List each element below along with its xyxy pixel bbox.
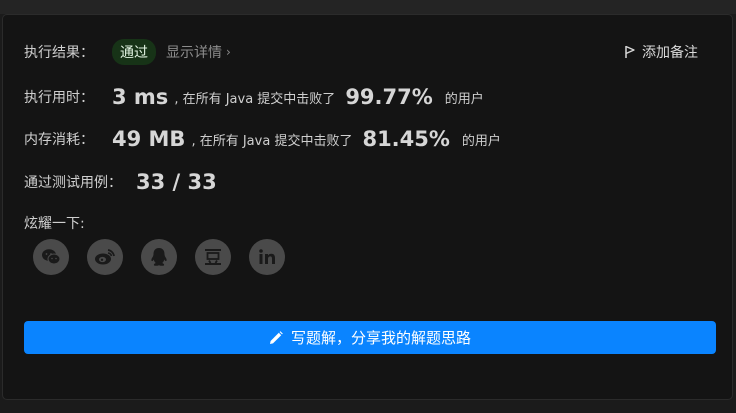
add-note-button[interactable]: 添加备注 (624, 42, 698, 62)
pencil-icon (269, 330, 283, 344)
result-label: 执行结果： (24, 45, 94, 61)
linkedin-share-button[interactable] (249, 239, 285, 275)
status-badge: 通过 (112, 39, 156, 65)
write-solution-button[interactable]: 写题解，分享我的解题思路 (24, 321, 716, 354)
linkedin-icon (259, 249, 275, 264)
memory-label: 内存消耗： (24, 132, 94, 148)
memory-mid-text: , 在所有 Java 提交中击败了 (191, 133, 353, 149)
douban-icon (205, 249, 221, 265)
runtime-value: 3 ms (112, 85, 169, 109)
testcases-label: 通过测试用例： (24, 175, 122, 191)
memory-percent: 81.45% (362, 127, 450, 151)
submission-result-card: 执行结果： 通过 显示详情 › 添加备注 执行用时： 3 ms , 在所有 Ja… (2, 14, 733, 400)
share-row: 炫耀一下: (24, 213, 85, 233)
runtime-percent: 99.77% (345, 85, 433, 109)
memory-value: 49 MB (112, 127, 186, 151)
write-solution-label: 写题解，分享我的解题思路 (290, 329, 471, 347)
chevron-right-icon: › (226, 45, 231, 59)
page: 执行结果： 通过 显示详情 › 添加备注 执行用时： 3 ms , 在所有 Ja… (0, 0, 736, 413)
runtime-label: 执行用时： (24, 90, 94, 106)
share-label: 炫耀一下: (24, 216, 85, 232)
add-note-label: 添加备注 (642, 45, 698, 61)
weibo-share-button[interactable] (87, 239, 123, 275)
top-strip (0, 0, 736, 14)
runtime-mid-text: , 在所有 Java 提交中击败了 (174, 91, 336, 107)
share-buttons (33, 239, 285, 275)
weibo-icon (95, 249, 115, 265)
testcases-row: 通过测试用例： 33 / 33 (24, 170, 223, 194)
show-details-label: 显示详情 (166, 45, 222, 61)
wechat-icon (42, 249, 61, 265)
qq-share-button[interactable] (141, 239, 177, 275)
testcases-value: 33 / 33 (136, 170, 217, 194)
qq-icon (151, 248, 167, 266)
runtime-row: 执行用时： 3 ms , 在所有 Java 提交中击败了 99.77% 的用户 (24, 85, 484, 109)
douban-share-button[interactable] (195, 239, 231, 275)
memory-row: 内存消耗： 49 MB , 在所有 Java 提交中击败了 81.45% 的用户 (24, 127, 501, 151)
show-details-link[interactable]: 显示详情 › (166, 42, 231, 62)
flag-icon (625, 45, 635, 58)
wechat-share-button[interactable] (33, 239, 69, 275)
runtime-suffix: 的用户 (444, 91, 484, 107)
result-row: 执行结果： 通过 显示详情 › (24, 39, 231, 65)
memory-suffix: 的用户 (461, 133, 501, 149)
